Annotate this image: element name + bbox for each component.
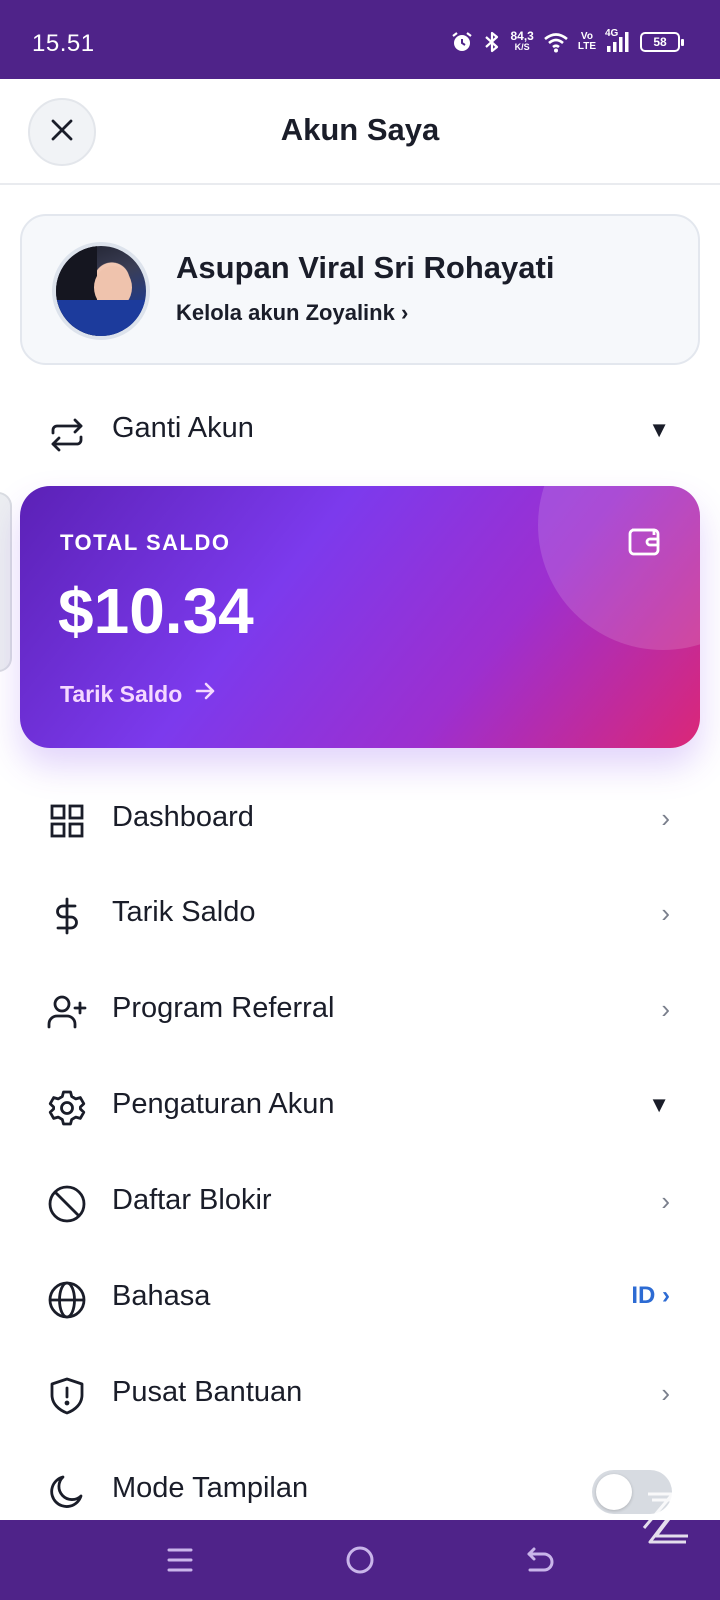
- language-value: ID ›: [631, 1282, 670, 1309]
- menu-item-label: Bahasa: [112, 1280, 211, 1312]
- arrow-right-icon: [194, 680, 216, 708]
- menu-item-referral[interactable]: Program Referral ›: [0, 970, 720, 1054]
- home-circle-icon: [345, 1545, 375, 1580]
- profile-card[interactable]: Asupan Viral Sri Rohayati Kelola akun Zo…: [20, 214, 700, 365]
- page-title: Akun Saya: [280, 112, 440, 147]
- side-panel-handle[interactable]: [0, 492, 12, 672]
- menu-item-label: Daftar Blokir: [112, 1184, 272, 1216]
- balance-label: TOTAL SALDO: [60, 530, 231, 555]
- wifi-icon: [543, 31, 569, 53]
- block-icon: [46, 1183, 88, 1225]
- user-plus-icon: [46, 991, 88, 1033]
- dollar-icon: [46, 895, 88, 937]
- system-nav-bar: [0, 1520, 720, 1600]
- moon-icon: [46, 1471, 88, 1513]
- menu-item-help-center[interactable]: Pusat Bantuan ›: [0, 1354, 720, 1438]
- chevron-right-icon: ›: [661, 898, 670, 928]
- shield-icon: [46, 1375, 88, 1417]
- menu-lines-icon: [165, 1545, 195, 1580]
- settings-icon: [46, 1087, 88, 1129]
- menu-item-label: Tarik Saldo: [112, 896, 256, 928]
- speed-unit: K/S: [514, 42, 530, 52]
- profile-name: Asupan Viral Sri Rohayati: [176, 250, 555, 285]
- menu-item-account-settings[interactable]: Pengaturan Akun ▼: [0, 1066, 720, 1150]
- withdraw-link[interactable]: Tarik Saldo: [60, 680, 216, 708]
- battery-icon: 58: [640, 32, 684, 52]
- globe-icon: [46, 1279, 88, 1321]
- balance-amount: $10.34: [58, 575, 254, 647]
- header: Akun Saya: [0, 79, 720, 185]
- alarm-icon: [450, 30, 474, 54]
- status-icons: 84,3 K/S Vo LTE 4G 58: [450, 28, 684, 54]
- chevron-down-icon: ▼: [648, 1092, 670, 1117]
- balance-card: TOTAL SALDO $10.34 Tarik Saldo: [20, 486, 700, 748]
- speed-value: 84,3: [510, 29, 534, 43]
- signal-icon: 4G: [605, 28, 631, 54]
- toggle-knob: [596, 1474, 632, 1510]
- menu-item-label: Mode Tampilan: [112, 1472, 309, 1504]
- menu-item-withdraw[interactable]: Tarik Saldo ›: [0, 874, 720, 958]
- bluetooth-icon: [483, 30, 501, 54]
- grid-icon: [46, 800, 88, 842]
- wallet-icon: [626, 522, 662, 558]
- withdraw-link-label: Tarik Saldo: [60, 680, 183, 707]
- volte-indicator: Vo LTE: [578, 32, 596, 52]
- menu-item-blocklist[interactable]: Daftar Blokir ›: [0, 1162, 720, 1246]
- menu-item-language[interactable]: Bahasa ID ›: [0, 1258, 720, 1342]
- menu-item-dashboard[interactable]: Dashboard ›: [0, 779, 720, 863]
- status-time: 15.51: [32, 30, 95, 57]
- menu-item-label: Pusat Bantuan: [112, 1376, 303, 1408]
- app-logo-icon[interactable]: [638, 1484, 696, 1558]
- home-button[interactable]: [340, 1542, 380, 1582]
- chevron-right-icon: ›: [661, 803, 670, 833]
- avatar: [52, 242, 150, 340]
- swap-icon: [46, 414, 88, 456]
- chevron-right-icon: ›: [661, 1186, 670, 1216]
- chevron-down-icon: ▼: [648, 417, 670, 442]
- recents-button[interactable]: [160, 1542, 200, 1582]
- menu-item-label: Pengaturan Akun: [112, 1088, 335, 1120]
- status-bar: 15.51 84,3 K/S Vo LTE 4G 58: [0, 0, 720, 79]
- switch-account-label: Ganti Akun: [112, 412, 254, 444]
- chevron-right-icon: ›: [661, 994, 670, 1024]
- back-button[interactable]: [520, 1542, 560, 1582]
- network-type: 4G: [605, 28, 619, 39]
- manage-account-link[interactable]: Kelola akun Zoyalink ›: [176, 300, 408, 326]
- decorative-circle: [538, 486, 700, 650]
- back-arrow-icon: [524, 1545, 556, 1580]
- chevron-right-icon: ›: [661, 1378, 670, 1408]
- volte-bottom: LTE: [577, 41, 596, 52]
- switch-account-row[interactable]: Ganti Akun ▼: [0, 395, 720, 475]
- menu-item-label: Program Referral: [112, 992, 335, 1024]
- network-speed: 84,3 K/S: [510, 29, 534, 53]
- menu-item-label: Dashboard: [112, 801, 254, 833]
